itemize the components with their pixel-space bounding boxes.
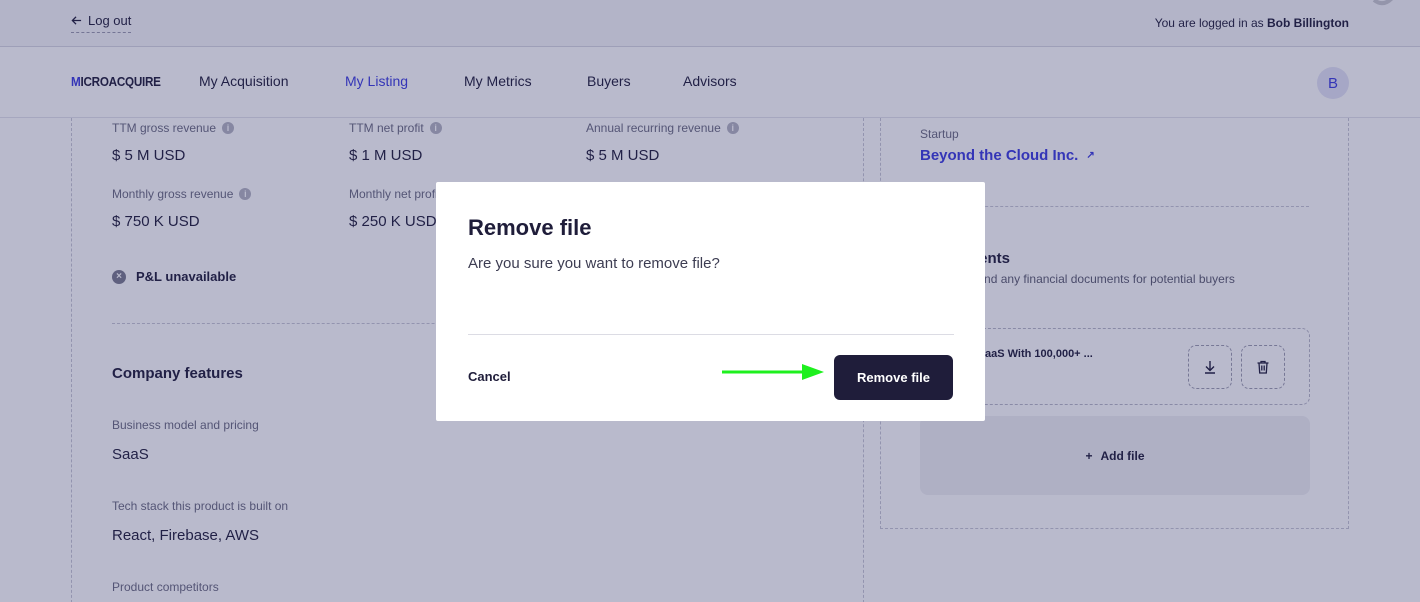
dialog-message: Are you sure you want to remove file? xyxy=(468,255,720,272)
remove-file-dialog: Remove file Are you sure you want to rem… xyxy=(436,182,985,421)
dialog-divider xyxy=(468,334,954,335)
annotation-arrow-icon xyxy=(722,364,824,380)
cancel-button[interactable]: Cancel xyxy=(468,369,511,384)
remove-file-button[interactable]: Remove file xyxy=(834,355,953,400)
dialog-title: Remove file xyxy=(468,215,592,240)
